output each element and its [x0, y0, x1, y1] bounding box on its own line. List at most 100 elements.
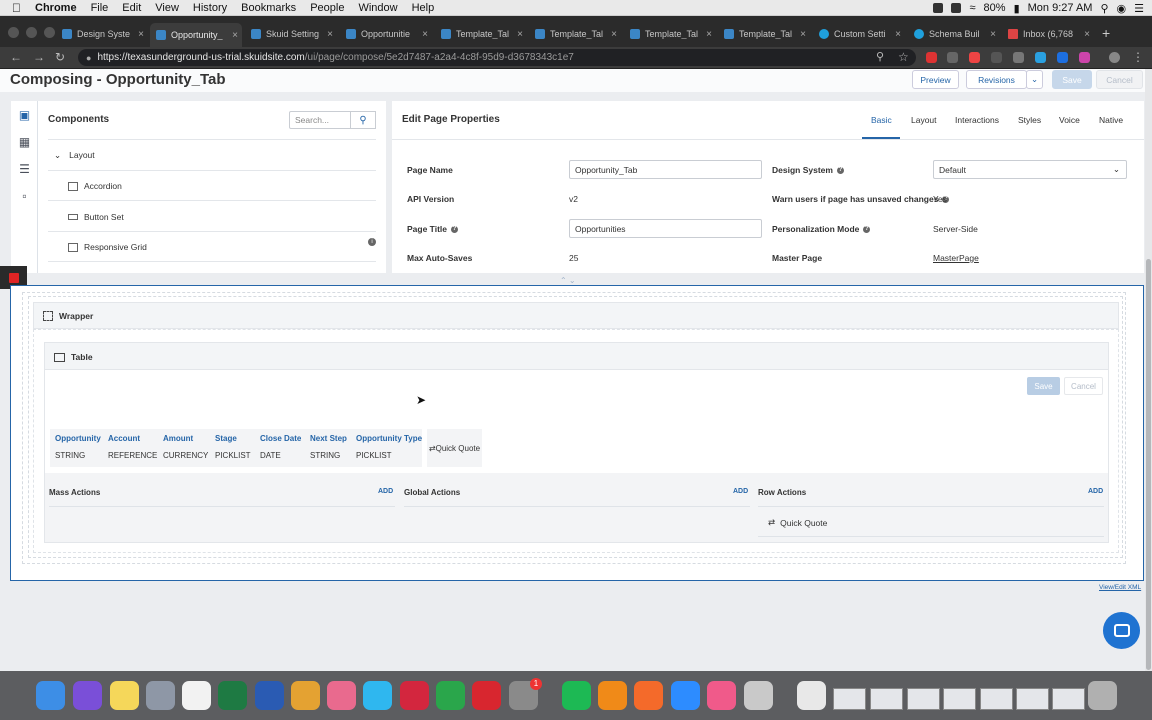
close-tab-icon[interactable]: × — [418, 29, 432, 40]
menu-view[interactable]: View — [155, 2, 179, 14]
outline-tab-icon[interactable]: ☰ — [11, 155, 38, 182]
wifi-icon[interactable]: ≈ — [969, 2, 975, 14]
extension-icon[interactable] — [969, 52, 980, 63]
close-tab-icon[interactable]: × — [702, 29, 716, 40]
lips-app-icon[interactable] — [400, 681, 429, 710]
component-responsive-grid[interactable]: Responsive Grid — [68, 242, 147, 252]
vlc-icon[interactable] — [598, 681, 627, 710]
row-action-quick-quote[interactable]: ⇄ Quick Quote — [768, 517, 827, 528]
minimized-window-thumbnail[interactable] — [1016, 688, 1049, 710]
tab-basic[interactable]: Basic — [871, 115, 892, 125]
new-tab-icon[interactable]: + — [1102, 25, 1110, 41]
search-icon[interactable]: ⚲ — [351, 111, 376, 129]
minimized-window-thumbnail[interactable] — [907, 688, 940, 710]
browser-tab[interactable]: Template_Tal × — [718, 23, 810, 45]
view-edit-xml-link[interactable]: View/Edit XML — [1099, 584, 1141, 591]
minimized-window-thumbnail[interactable] — [980, 688, 1013, 710]
browser-tab[interactable]: Inbox (6,768 × — [1002, 23, 1094, 45]
panel-collapse-icon[interactable]: ⌃ ⌄ — [560, 276, 576, 285]
extension-icon[interactable] — [926, 52, 937, 63]
scrollbar-thumb[interactable] — [1146, 259, 1151, 670]
url-bar[interactable]: ● https://texasunderground-us-trial.skui… — [78, 49, 916, 66]
battery-text[interactable]: 80% — [984, 2, 1006, 14]
trash-icon[interactable] — [1088, 681, 1117, 710]
menubar-extra-icon[interactable] — [951, 3, 962, 13]
table-cancel-button[interactable]: Cancel — [1064, 377, 1103, 395]
menu-window[interactable]: Window — [358, 2, 397, 14]
extension-icon[interactable] — [1057, 52, 1068, 63]
models-tab-icon[interactable]: ▦ — [11, 128, 38, 155]
notification-center-icon[interactable]: ☰ — [1134, 2, 1144, 15]
forward-icon[interactable]: → — [33, 50, 45, 64]
properties-tab-icon[interactable]: ▫ — [11, 182, 38, 209]
close-tab-icon[interactable]: × — [134, 29, 148, 40]
minimized-window-thumbnail[interactable] — [833, 688, 866, 710]
minimized-window-thumbnail[interactable] — [1052, 688, 1085, 710]
close-window-icon[interactable] — [8, 27, 19, 38]
wrapper-component[interactable] — [33, 302, 1119, 329]
reload-icon[interactable]: ↻ — [55, 50, 65, 64]
blocked-app-icon[interactable] — [472, 681, 501, 710]
browser-tab[interactable]: Custom Setti × — [813, 23, 905, 45]
extension-icon[interactable] — [1013, 52, 1024, 63]
close-tab-icon[interactable]: × — [986, 29, 1000, 40]
close-tab-icon[interactable]: × — [607, 29, 621, 40]
menu-help[interactable]: Help — [412, 2, 435, 14]
column-header[interactable]: Account — [108, 434, 140, 443]
excel-icon[interactable] — [218, 681, 247, 710]
chrome-menu-icon[interactable]: ⋮ — [1132, 50, 1144, 64]
components-tab-icon[interactable]: ▣ — [11, 101, 38, 128]
browser-tab[interactable]: Template_Tal × — [529, 23, 621, 45]
tab-layout[interactable]: Layout — [911, 115, 937, 125]
add-row-action-button[interactable]: ADD — [1088, 488, 1103, 495]
design-system-select[interactable]: Default ⌄ — [933, 160, 1127, 179]
help-icon[interactable]: ? — [836, 167, 844, 175]
tab-interactions[interactable]: Interactions — [955, 115, 999, 125]
browser-tab[interactable]: Template_Tal × — [435, 23, 527, 45]
recording-status-icon[interactable] — [933, 3, 944, 13]
close-tab-icon[interactable]: × — [891, 29, 905, 40]
minimized-window-thumbnail[interactable] — [943, 688, 976, 710]
save-button[interactable]: Save — [1052, 70, 1092, 89]
browser-tab[interactable]: Opportunity_ × — [150, 23, 242, 47]
quick-quote-column[interactable]: ⇄ Quick Quote — [427, 429, 482, 467]
menu-history[interactable]: History — [193, 2, 227, 14]
warn-unsaved-value[interactable]: Yes — [933, 194, 947, 204]
browser-tab[interactable]: Skuid Setting × — [245, 23, 337, 45]
close-tab-icon[interactable]: × — [796, 29, 810, 40]
document-icon[interactable] — [797, 681, 826, 710]
table-save-button[interactable]: Save — [1027, 377, 1060, 395]
table-component[interactable] — [44, 342, 1109, 370]
close-tab-icon[interactable]: × — [513, 29, 527, 40]
browser-tab[interactable]: Template_Tal × — [624, 23, 716, 45]
notes-icon[interactable] — [110, 681, 139, 710]
quickbooks-icon[interactable] — [436, 681, 465, 710]
extension-icon[interactable] — [1035, 52, 1046, 63]
help-icon[interactable]: ? — [451, 226, 458, 234]
component-button-set[interactable]: Button Set — [68, 212, 124, 222]
column-header[interactable]: Opportunity — [55, 434, 101, 443]
column-header[interactable]: Next Step — [310, 434, 347, 443]
finder-icon[interactable] — [36, 681, 65, 710]
chrome-icon[interactable] — [291, 681, 320, 710]
minimize-window-icon[interactable] — [26, 27, 37, 38]
siri-icon[interactable] — [73, 681, 102, 710]
bookmark-star-icon[interactable]: ☆ — [898, 50, 909, 64]
tab-voice[interactable]: Voice — [1059, 115, 1080, 125]
profile-avatar-icon[interactable] — [1109, 52, 1120, 63]
add-mass-action-button[interactable]: ADD — [378, 488, 393, 495]
menu-people[interactable]: People — [310, 2, 344, 14]
personalization-mode-value[interactable]: Server-Side — [933, 224, 978, 234]
browser-tab[interactable]: Opportunitie × — [340, 23, 432, 45]
page-title-input[interactable]: Opportunities — [569, 219, 762, 238]
cancel-button[interactable]: Cancel — [1096, 70, 1143, 89]
word-icon[interactable] — [255, 681, 284, 710]
column-header[interactable]: Close Date — [260, 434, 301, 443]
tab-styles[interactable]: Styles — [1018, 115, 1041, 125]
siri-icon[interactable]: ◉ — [1117, 2, 1127, 15]
browser-tab[interactable]: Design Syste × — [56, 23, 148, 45]
components-search-input[interactable]: Search... — [289, 111, 351, 129]
menu-edit[interactable]: Edit — [122, 2, 141, 14]
column-header[interactable]: Opportunity Type — [356, 434, 422, 443]
launchpad-icon[interactable] — [146, 681, 175, 710]
